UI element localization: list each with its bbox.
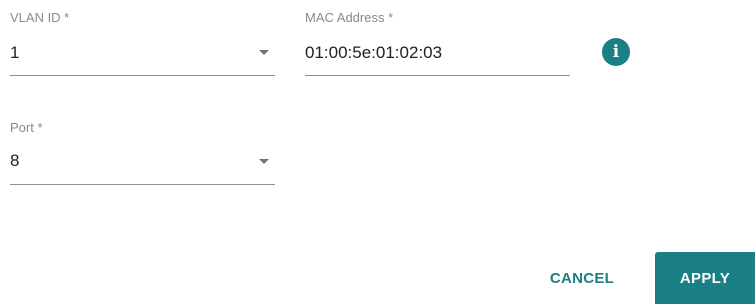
chevron-down-icon[interactable] [259,159,269,164]
mac-address-value[interactable]: 01:00:5e:01:02:03 [305,43,442,63]
vlan-id-select[interactable]: VLAN ID * 1 [10,10,275,78]
cancel-button[interactable]: CANCEL [532,252,632,304]
vlan-id-value[interactable]: 1 [10,43,19,63]
chevron-down-icon[interactable] [259,50,269,55]
vlan-id-underline [10,75,275,76]
add-multicast-entry-form: VLAN ID * 1 MAC Address * 01:00:5e:01:02… [0,0,755,306]
vlan-id-label: VLAN ID * [10,10,70,25]
port-underline [10,184,275,185]
apply-button[interactable]: APPLY [655,252,755,304]
port-select[interactable]: Port * 8 [10,120,275,188]
mac-address-underline [305,75,570,76]
port-value[interactable]: 8 [10,151,19,171]
mac-address-label: MAC Address * [305,10,394,25]
port-label: Port * [10,120,43,135]
info-icon[interactable]: i [602,38,630,66]
mac-address-field[interactable]: MAC Address * 01:00:5e:01:02:03 [305,10,570,78]
